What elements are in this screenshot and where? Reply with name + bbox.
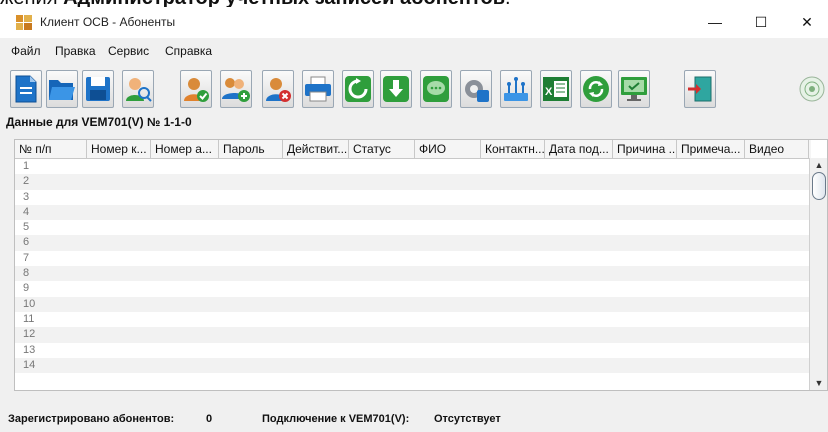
settings-icon <box>465 80 489 102</box>
minimize-button[interactable]: — <box>692 7 738 38</box>
connection-status: Отсутствует <box>434 413 501 425</box>
print-button[interactable] <box>302 70 334 108</box>
user-check-icon <box>184 78 209 102</box>
column-header[interactable]: Номер к... <box>87 140 151 158</box>
add-users-button[interactable] <box>220 70 252 108</box>
download-button[interactable] <box>380 70 412 108</box>
menu-edit[interactable]: Правка <box>55 38 96 65</box>
subscribers-table: № п/п Номер к... Номер а... Пароль Дейст… <box>14 139 828 391</box>
excel-icon: X <box>543 77 569 101</box>
column-header[interactable]: Видео <box>745 140 809 158</box>
table-header: № п/п Номер к... Номер а... Пароль Дейст… <box>15 140 811 159</box>
scroll-up-arrow-icon[interactable]: ▲ <box>810 158 827 172</box>
registered-label: Зарегистрировано абонентов: <box>8 413 175 425</box>
chat-button[interactable] <box>420 70 452 108</box>
settings-button[interactable] <box>460 70 492 108</box>
download-icon <box>383 76 409 102</box>
table-row[interactable]: 9 <box>15 281 809 296</box>
title-bar: Клиент ОСВ - Абоненты — ☐ ✕ <box>0 7 828 38</box>
table-row[interactable]: 1 <box>15 159 809 174</box>
close-button[interactable]: ✕ <box>784 7 828 38</box>
search-user-icon <box>126 78 152 102</box>
table-row[interactable]: 4 <box>15 204 809 221</box>
connection-label: Подключение к VEM701(V): <box>262 413 410 425</box>
find-user-button[interactable] <box>122 70 154 108</box>
network-icon <box>504 77 528 101</box>
column-header[interactable]: Примеча... <box>677 140 745 158</box>
monitor-button[interactable] <box>618 70 650 108</box>
printer-icon <box>305 76 331 102</box>
refresh-button[interactable] <box>342 70 374 108</box>
status-bar: Зарегистрировано абонентов: 0 Подключени… <box>0 409 828 432</box>
document-heading-text: жения Администратор учетных записей абон… <box>0 0 828 8</box>
registered-count: 0 <box>206 413 213 425</box>
table-row[interactable]: 12 <box>15 327 809 343</box>
table-row[interactable]: 13 <box>15 343 809 358</box>
signal-status-icon <box>799 76 825 102</box>
column-header[interactable]: Действит... <box>283 140 349 158</box>
new-document-icon <box>15 75 37 103</box>
table-row[interactable]: 10 <box>15 296 809 312</box>
table-row[interactable]: 14 <box>15 357 809 374</box>
svg-text:X: X <box>545 86 553 98</box>
table-row[interactable]: 3 <box>15 190 809 205</box>
refresh-icon <box>345 76 371 102</box>
table-row[interactable]: 5 <box>15 220 809 235</box>
column-header[interactable]: Статус <box>349 140 415 158</box>
data-caption: Данные для VEM701(V) № 1-1-0 <box>6 115 192 129</box>
exit-door-icon <box>688 76 712 102</box>
network-button[interactable] <box>500 70 532 108</box>
new-button[interactable] <box>10 70 42 108</box>
table-row[interactable]: 8 <box>15 266 809 282</box>
scrollbar-thumb[interactable] <box>812 172 826 200</box>
table-row[interactable]: 6 <box>15 235 809 251</box>
column-header[interactable]: ФИО <box>415 140 481 158</box>
menu-file[interactable]: Файл <box>11 38 41 65</box>
sync-button[interactable] <box>580 70 612 108</box>
monitor-icon <box>621 77 647 101</box>
column-header[interactable]: Контактн... <box>481 140 545 158</box>
column-header[interactable]: Номер а... <box>151 140 219 158</box>
open-button[interactable] <box>46 70 78 108</box>
column-header[interactable]: Пароль <box>219 140 283 158</box>
save-button[interactable] <box>82 70 114 108</box>
table-row[interactable]: 2 <box>15 174 809 190</box>
save-icon <box>86 77 110 101</box>
menu-service[interactable]: Сервис <box>108 38 149 65</box>
table-body: 1 2 3 4 5 6 7 8 9 10 11 12 13 14 <box>15 159 809 374</box>
remove-user-icon <box>266 78 291 102</box>
table-row[interactable]: 11 <box>15 312 809 327</box>
excel-export-button[interactable]: X <box>540 70 572 108</box>
app-window: Клиент ОСВ - Абоненты — ☐ ✕ Файл Правка … <box>0 7 828 432</box>
app-logo-icon <box>16 15 32 30</box>
activate-user-button[interactable] <box>180 70 212 108</box>
sync-icon <box>583 76 609 102</box>
exit-button[interactable] <box>684 70 716 108</box>
maximize-button[interactable]: ☐ <box>738 7 784 38</box>
vertical-scrollbar[interactable]: ▲ ▼ <box>809 158 827 390</box>
menu-bar: Файл Правка Сервис Справка <box>0 38 828 65</box>
table-row[interactable]: 7 <box>15 251 809 266</box>
column-header[interactable]: № п/п <box>15 140 87 158</box>
menu-help[interactable]: Справка <box>165 38 212 65</box>
column-header[interactable]: Дата под... <box>545 140 613 158</box>
window-title: Клиент ОСВ - Абоненты <box>40 15 176 29</box>
toolbar: X <box>0 65 828 115</box>
open-folder-icon <box>49 80 75 100</box>
chat-icon <box>423 76 449 102</box>
add-users-icon <box>222 78 250 102</box>
column-header[interactable]: Причина ... <box>613 140 677 158</box>
remove-user-button[interactable] <box>262 70 294 108</box>
scroll-down-arrow-icon[interactable]: ▼ <box>810 376 827 390</box>
